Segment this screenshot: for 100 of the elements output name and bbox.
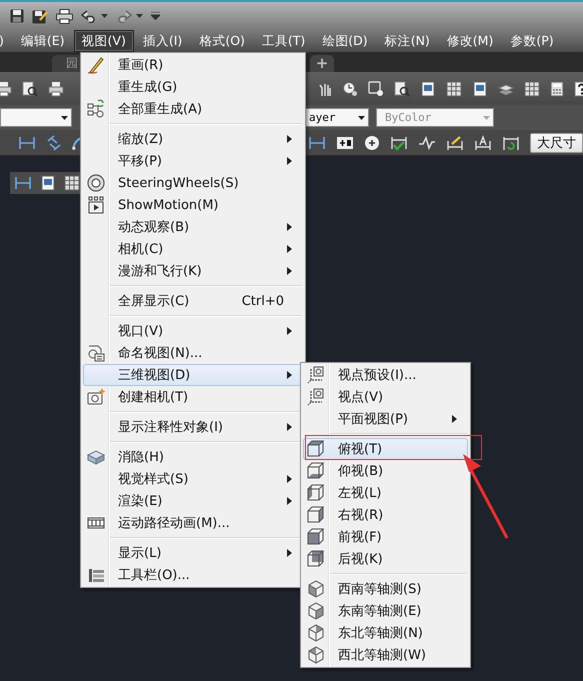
cube-icon [306,527,326,547]
menu-item[interactable]: 缩放(Z) [83,128,303,150]
cube-icon [306,439,326,459]
regen-icon [86,99,106,119]
new-tab-button[interactable]: + [310,55,334,72]
menu-item[interactable]: 运动路径动画(M)... [83,512,303,534]
printer-icon [0,80,12,96]
menu-item[interactable]: 渲染(E) [83,490,303,512]
dimension-icon [18,134,36,150]
menu-item[interactable]: 命名视图(N)... [83,342,303,364]
menu-bar-item[interactable]: 修改(M) [438,30,502,52]
menu-item[interactable]: SteeringWheels(S) [83,172,303,194]
menu-item[interactable]: 工具栏(O)... [83,564,303,586]
iso-cube-icon [306,645,326,665]
calculator-icon [550,80,564,96]
menu-item[interactable]: 西南等轴测(S) [303,578,468,600]
center-mark-icon [364,134,380,150]
menu-item[interactable]: 动态观察(B) [83,216,303,238]
dimension-style-button[interactable]: 大尺寸 [530,132,583,152]
dropdown-caret-icon [358,116,365,120]
menu-item[interactable]: 创建相机(T) [83,386,303,408]
menu-item[interactable]: 东北等轴测(N) [303,622,468,644]
menu-item[interactable]: 视点(V) [303,386,468,408]
magnifier-icon [22,80,38,96]
viewpoint-icon [306,387,326,407]
dropdown-field[interactable] [0,108,72,127]
menu-bar-item[interactable]: 工具(T) [254,30,314,52]
menu-bar-item[interactable]: 视图(V) [74,30,134,52]
clock-icon [342,80,358,96]
menu-item[interactable]: 东南等轴测(E) [303,600,468,622]
wheel-icon [86,173,106,193]
camera-icon [86,387,106,407]
menu-item[interactable]: 视觉样式(S) [83,468,303,490]
shape-icon [368,80,384,96]
menu-item[interactable]: 全屏显示(C) Ctrl+0 [83,290,303,312]
grid-icon [446,80,462,96]
menu-item[interactable]: 后视(K) [303,548,468,570]
grid-icon [64,175,80,191]
menu-item[interactable]: 平移(P) [83,150,303,172]
menu-item[interactable]: 仰视(B) [303,460,468,482]
magnifier-icon [394,80,410,96]
undo-icon [81,9,97,23]
shortcut-label: Ctrl+0 [242,294,284,308]
menu-bar-item[interactable]: 参数(P) [502,30,562,52]
menu-bar-item[interactable]: 绘图(D) [314,30,376,52]
menu-item[interactable]: 西北等轴测(W) [303,644,468,666]
aligned-dimension-icon [46,134,62,150]
dimension-update-icon [502,134,520,150]
iso-cube-icon [306,623,326,643]
save-edit-icon [32,8,48,24]
tolerance-icon [336,134,354,150]
caret-icon [101,14,108,18]
menu-item[interactable]: 显示(L) [83,542,303,564]
cube-icon [306,549,326,569]
dimension-icon [308,134,326,150]
menu-item[interactable]: 左视(L) [303,482,468,504]
dimension-text-icon [474,134,492,150]
menu-item[interactable]: ShowMotion(M) [83,194,303,216]
menu-bar-item[interactable]: 标注(N) [376,30,438,52]
menu-item[interactable]: 漫游和飞行(K) [83,260,303,282]
menu-bar-item[interactable]: 格式(O) [191,30,253,52]
grid-icon [524,80,540,96]
document-icon [472,80,488,96]
menu-item[interactable]: 显示注释性对象(I) [83,416,303,438]
document-icon [420,80,436,96]
named-view-icon [86,343,106,363]
menu-item[interactable]: 全部重生成(A) [83,98,303,120]
menu-bar-item[interactable]: ) [0,30,12,52]
menu-item[interactable]: 俯视(T) [303,438,468,460]
menu-item[interactable]: 相机(C) [83,238,303,260]
cube-icon [306,505,326,525]
menu-item[interactable]: 消隐(H) [83,446,303,468]
menu-item[interactable]: 重画(R) [83,54,303,76]
dimension-edit-icon [446,134,464,150]
pencil-icon [86,55,106,75]
dimension-icon [14,175,32,191]
menu-item[interactable]: 三维视图(D) [83,364,303,386]
layer-dropdown[interactable]: ayer [305,108,369,127]
menu-item[interactable]: 前视(F) [303,526,468,548]
printer-icon [56,8,73,24]
cube-icon [306,483,326,503]
jog-icon [418,134,436,150]
redo-icon [116,9,132,23]
document-icon [40,175,56,191]
cube-icon [306,461,326,481]
menu-item[interactable]: 视点预设(I)... [303,364,468,386]
dimension-check-icon [390,134,408,150]
caret-icon [136,14,143,18]
dropdown-caret-icon [483,116,490,120]
menu-item[interactable]: 平面视图(P) [303,408,468,430]
printer-icon [48,80,64,96]
viewpoint-icon [306,365,326,385]
menu-item[interactable]: 右视(R) [303,504,468,526]
menu-bar-item[interactable]: 插入(I) [134,30,190,52]
iso-cube-icon [306,601,326,621]
menu-item[interactable]: 视口(V) [83,320,303,342]
customize-icon [151,12,160,20]
menu-bar-item[interactable]: 编辑(E) [12,30,73,52]
iso-cube-icon [306,579,326,599]
save-icon [10,9,24,23]
